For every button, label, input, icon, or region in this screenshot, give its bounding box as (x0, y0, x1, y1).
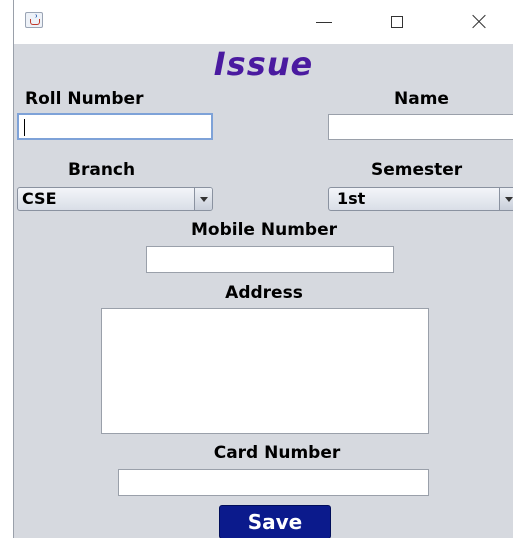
minimize-icon[interactable] (304, 8, 344, 36)
roll-number-label: Roll Number (25, 89, 144, 109)
branch-select[interactable]: CSE (17, 187, 213, 211)
title-bar[interactable] (14, 0, 513, 44)
card-number-input[interactable] (118, 469, 429, 496)
text-caret (24, 119, 25, 136)
save-button[interactable]: Save (219, 505, 331, 538)
semester-label: Semester (371, 160, 463, 180)
semester-select[interactable]: 1st (328, 187, 513, 211)
branch-selected-value: CSE (22, 189, 57, 208)
card-number-label: Card Number (213, 443, 341, 463)
close-icon[interactable] (460, 8, 500, 36)
name-label: Name (394, 89, 449, 109)
app-window: Issue Roll Number Name Branch Semester C… (13, 0, 513, 538)
mobile-number-input[interactable] (146, 246, 394, 273)
address-textarea[interactable] (101, 308, 429, 434)
semester-selected-value: 1st (337, 189, 366, 208)
chevron-down-icon[interactable] (194, 188, 212, 210)
form-title: Issue (213, 45, 314, 83)
mobile-number-label: Mobile Number (191, 220, 337, 240)
java-app-icon[interactable] (25, 12, 43, 28)
chevron-down-icon[interactable] (499, 188, 513, 210)
maximize-icon[interactable] (377, 8, 417, 36)
address-label: Address (225, 283, 303, 303)
name-input[interactable] (328, 114, 513, 140)
branch-label: Branch (68, 160, 136, 180)
roll-number-input[interactable] (17, 113, 213, 140)
